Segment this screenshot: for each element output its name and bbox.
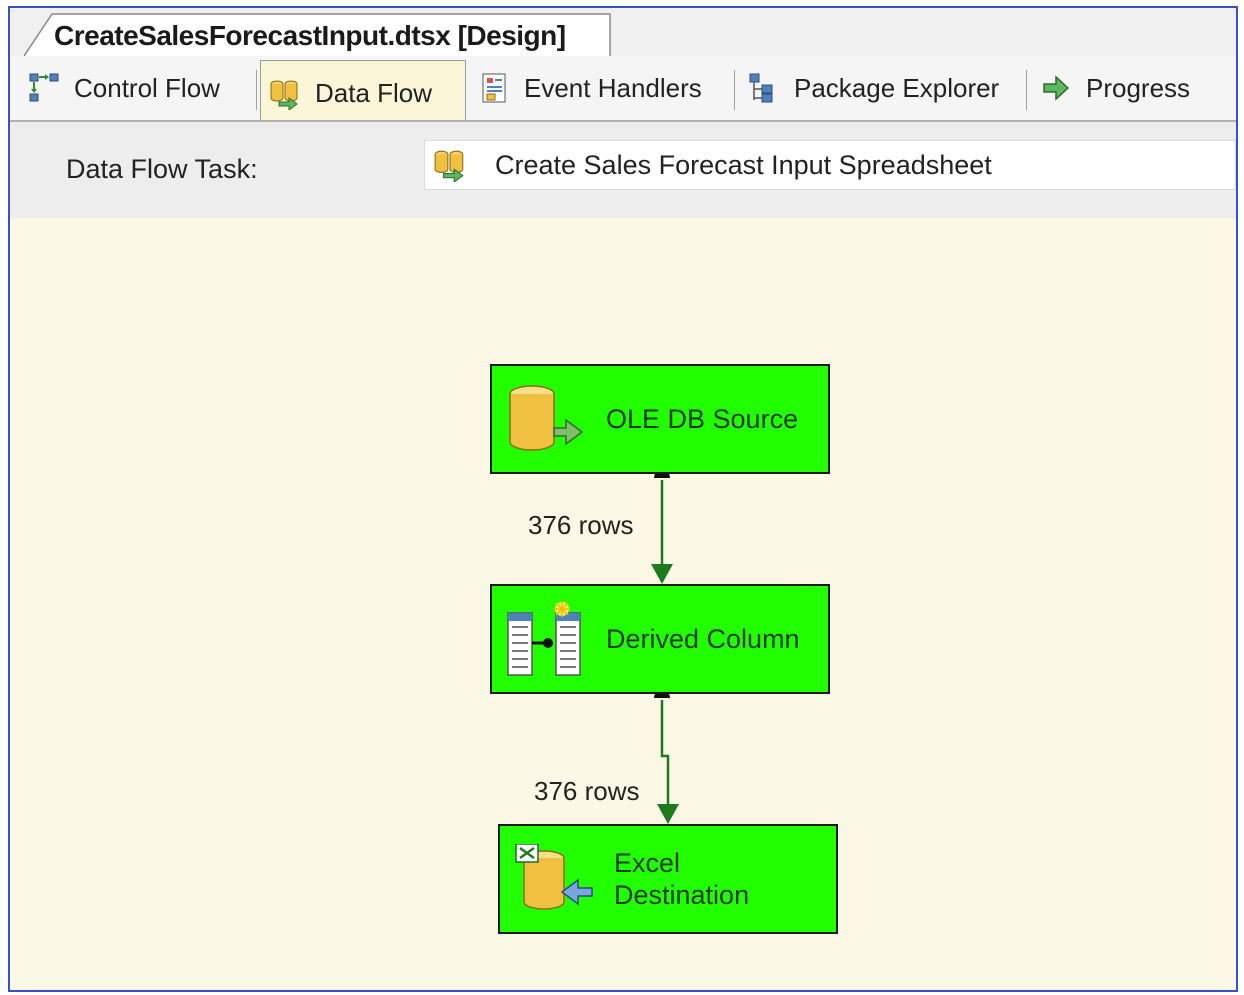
data-flow-task-label: Data Flow Task: <box>66 154 258 184</box>
component-label-line: Destination <box>614 880 750 910</box>
ole-db-source-component[interactable]: OLE DB Source <box>490 364 830 474</box>
data-flow-icon <box>270 80 298 110</box>
tab-control-flow[interactable]: Control Flow <box>28 64 220 112</box>
component-label: OLE DB Source <box>606 403 799 434</box>
derived-column-icon <box>507 601 581 676</box>
document-tab[interactable]: CreateSalesForecastInput.dtsx [Design] <box>24 12 611 56</box>
tab-separator <box>1026 70 1027 110</box>
component-label: Excel Destination <box>614 847 749 912</box>
data-flow-task-select[interactable]: Create Sales Forecast Input Spreadsheet <box>424 140 1236 190</box>
data-flow-task-value: Create Sales Forecast Input Spreadsheet <box>495 149 992 180</box>
tab-label: Control Flow <box>74 72 220 103</box>
component-label-line: Excel <box>614 847 681 878</box>
data-flow-icon <box>434 150 464 182</box>
event-handlers-icon <box>482 73 506 103</box>
designer-window: CreateSalesForecastInput.dtsx [Design] C… <box>8 6 1238 992</box>
progress-icon <box>1043 75 1070 101</box>
data-path-derived-to-destination[interactable] <box>654 690 679 824</box>
tab-data-flow[interactable]: Data Flow <box>260 60 466 120</box>
excel-destination-component[interactable]: Excel Destination <box>498 824 838 934</box>
path-row-count-label: 376 rows <box>534 776 640 806</box>
tab-package-explorer[interactable]: Package Explorer <box>748 64 999 112</box>
tab-label: Progress <box>1086 72 1191 103</box>
component-label: Derived Column <box>606 623 800 654</box>
document-tab-strip: CreateSalesForecastInput.dtsx [Design] <box>10 8 1236 57</box>
tab-separator <box>734 70 735 110</box>
data-flow-task-bar: Data Flow Task: Create Sales Forecast In… <box>10 122 1236 218</box>
excel-destination-icon <box>515 844 593 910</box>
designer-tab-bar: Control Flow Data Flow Event Handlers Pa… <box>10 56 1236 122</box>
data-path-source-to-derived[interactable] <box>651 470 673 584</box>
data-flow-canvas[interactable]: 376 rows 376 rows OLE DB Source Derived … <box>10 218 1236 990</box>
tab-label: Package Explorer <box>794 72 1000 103</box>
path-row-count-label: 376 rows <box>528 510 634 540</box>
tab-progress[interactable]: Progress <box>1040 64 1190 112</box>
ole-db-source-icon <box>509 385 584 451</box>
tab-separator <box>256 70 257 110</box>
derived-column-component[interactable]: Derived Column <box>490 584 830 694</box>
tab-label: Event Handlers <box>524 72 702 103</box>
tab-event-handlers[interactable]: Event Handlers <box>478 64 702 112</box>
document-tab-title: CreateSalesForecastInput.dtsx [Design] <box>54 20 566 51</box>
control-flow-icon <box>29 73 59 102</box>
package-explorer-icon <box>749 73 773 103</box>
tab-label: Data Flow <box>315 78 433 108</box>
